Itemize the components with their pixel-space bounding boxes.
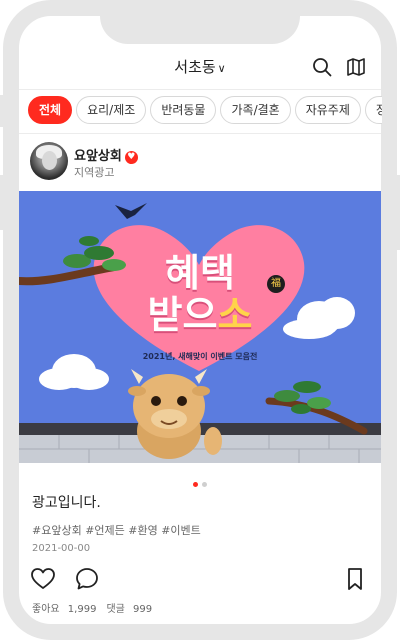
- likes-value: 1,999: [67, 604, 97, 615]
- ad-banner-image[interactable]: 혜택 福 받으소 2021년, 새해맞이 이벤트 모음전: [19, 191, 381, 463]
- post-header: 요앞상회 ♥ 지역광고: [30, 142, 370, 182]
- banner-title-part-b: 소: [217, 293, 253, 337]
- carousel-dot[interactable]: [202, 482, 207, 487]
- post-subtitle: 지역광고: [74, 166, 115, 179]
- fortune-seal-icon: 福: [267, 275, 285, 293]
- location-label: 서초동: [174, 58, 216, 76]
- category-divider: [19, 133, 381, 134]
- likes-label: 좋아요: [32, 604, 60, 615]
- banner-title-part-a: 받으: [147, 293, 218, 337]
- bookmark-icon[interactable]: [342, 566, 368, 592]
- search-icon[interactable]: [309, 54, 335, 80]
- carousel-indicator: [0, 472, 400, 491]
- banner-subtitle: 2021년, 새해맞이 이벤트 모음전: [142, 352, 258, 361]
- banner-title-line2: 받으소: [19, 295, 381, 335]
- header-divider: [19, 89, 381, 90]
- comments-label: 댓글: [106, 604, 125, 615]
- category-chips: 전체요리/제조반려동물가족/결혼자유주제정보: [28, 96, 382, 128]
- post-counts: 좋아요 1,999 댓글 999: [32, 600, 162, 615]
- post-date: 2021-00-00: [32, 543, 91, 554]
- post-tags[interactable]: #요앞상회 #언제든 #환영 #이벤트: [32, 522, 201, 538]
- author-name-text: 요앞상회: [74, 149, 122, 164]
- phone-side-button: [396, 175, 400, 250]
- chip-all[interactable]: 전체: [28, 96, 73, 124]
- banner-title-line1: 혜택: [165, 251, 235, 295]
- author-name[interactable]: 요앞상회 ♥: [74, 145, 138, 164]
- chip-family[interactable]: 가족/결혼: [220, 96, 291, 124]
- chip-free-topic[interactable]: 자유주제: [294, 96, 361, 124]
- ox-character: [128, 369, 222, 459]
- phone-side-button: [0, 175, 4, 230]
- phone-notch: [100, 0, 300, 44]
- map-icon[interactable]: [343, 54, 369, 80]
- comments-count: 댓글 999: [106, 604, 157, 615]
- swallow-bird-icon: [115, 203, 147, 219]
- verified-badge-icon: ♥: [124, 151, 138, 164]
- chip-pets[interactable]: 반려동물: [150, 96, 217, 124]
- heart-icon[interactable]: [30, 566, 56, 592]
- post-actions: [30, 566, 370, 592]
- chevron-down-icon: ∨: [217, 62, 226, 75]
- carousel-dot-active[interactable]: [193, 482, 198, 487]
- phone-side-button: [0, 95, 4, 127]
- avatar[interactable]: [30, 142, 68, 180]
- comments-value: 999: [133, 604, 153, 615]
- chip-info[interactable]: 정보: [364, 96, 382, 124]
- comment-icon[interactable]: [74, 566, 100, 592]
- likes-count: 좋아요 1,999: [32, 604, 101, 615]
- chip-cooking[interactable]: 요리/제조: [76, 96, 147, 124]
- top-bar: 서초동 ∨: [19, 50, 381, 86]
- post-caption: 광고입니다.: [32, 495, 101, 511]
